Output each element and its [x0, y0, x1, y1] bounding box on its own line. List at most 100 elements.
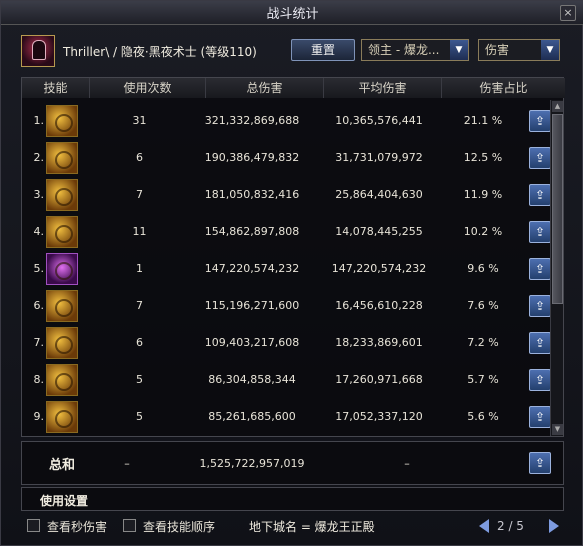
dps-label: 查看秒伤害 [47, 520, 108, 534]
target-dropdown-value: 领主 - 爆龙... [368, 43, 440, 57]
row-avg: 18,233,869,601 [335, 336, 423, 349]
skill-icon-gold [46, 178, 78, 211]
row-pct: 9.6 % [467, 262, 499, 275]
window-title: 战斗统计 [266, 7, 319, 22]
character-header: Thriller\ / 隐夜·黑夜术士 (等级110) 重置 领主 - 爆龙..… [21, 35, 566, 67]
skill-icon-cell [46, 141, 90, 174]
share-icon[interactable]: ⇪ [529, 183, 551, 206]
skill-order-checkbox[interactable] [123, 519, 136, 532]
row-pct: 11.9 % [463, 188, 503, 201]
row-index: 5. [33, 262, 45, 275]
row-index: 6. [33, 299, 45, 312]
row-index: 7. [33, 336, 45, 349]
skill-icon-cell [46, 400, 90, 433]
row-avg: 14,078,445,255 [335, 225, 423, 238]
skill-icon-cell [46, 326, 90, 359]
row-index: 8. [33, 373, 45, 386]
share-icon[interactable]: ⇪ [529, 257, 551, 280]
skill-icon-cell [46, 289, 90, 322]
scroll-up-icon[interactable]: ▲ [552, 101, 563, 112]
usage-settings-bar[interactable]: 使用设置 [21, 487, 564, 511]
target-dropdown[interactable]: 领主 - 爆龙... ▼ [361, 39, 469, 61]
row-total: 86,304,858,344 [208, 373, 296, 386]
row-total: 321,332,869,688 [204, 114, 300, 127]
row-total: 109,403,217,608 [204, 336, 300, 349]
metric-dropdown[interactable]: 伤害 ▼ [478, 39, 560, 61]
row-pct: 7.2 % [467, 336, 499, 349]
share-icon[interactable]: ⇪ [529, 368, 551, 391]
usage-settings-label: 使用设置 [40, 494, 89, 508]
row-uses: 5 [136, 373, 143, 386]
table-row: 4. 11 154,862,897,808 14,078,445,255 10.2 % ⇪ [22, 213, 552, 250]
share-icon[interactable]: ⇪ [529, 452, 551, 474]
share-icon[interactable]: ⇪ [529, 109, 551, 132]
table-row: 6. 7 115,196,271,600 16,456,610,228 7.6 % ⇪ [22, 287, 552, 324]
column-header-avg: 平均伤害 [324, 78, 442, 98]
share-icon[interactable]: ⇪ [529, 331, 551, 354]
row-total: 190,386,479,832 [204, 151, 300, 164]
title-bar[interactable]: 战斗统计 × [1, 1, 583, 25]
skill-icon-gold [46, 141, 78, 174]
close-button[interactable]: × [560, 5, 576, 21]
row-uses: 11 [132, 225, 147, 238]
share-icon[interactable]: ⇪ [529, 405, 551, 428]
character-name: Thriller\ / 隐夜·黑夜术士 (等级110) [63, 45, 257, 59]
table-row: 5. 1 147,220,574,232 147,220,574,232 9.6 % ⇪ [22, 250, 552, 287]
scroll-down-icon[interactable]: ▼ [552, 424, 563, 435]
column-header-pct: 伤害占比 [442, 78, 565, 98]
reset-button[interactable]: 重置 [291, 39, 355, 61]
table-row: 9. 5 85,261,685,600 17,052,337,120 5.6 % ⇪ [22, 398, 552, 435]
skill-icon-cell [46, 104, 90, 137]
skill-icon-purple [46, 252, 78, 285]
skill-order-label: 查看技能顺序 [143, 520, 216, 534]
row-uses: 1 [136, 262, 143, 275]
row-total: 85,261,685,600 [208, 410, 296, 423]
metric-dropdown-value: 伤害 [485, 43, 510, 57]
summary-label: 总和 [48, 457, 75, 473]
row-uses: 5 [136, 410, 143, 423]
row-pct: 5.7 % [467, 373, 499, 386]
table-row: 1. 31 321,332,869,688 10,365,576,441 21.1 % ⇪ [22, 102, 552, 139]
column-header-uses: 使用次数 [90, 78, 206, 98]
prev-page-icon[interactable] [479, 519, 489, 533]
table-row: 3. 7 181,050,832,416 25,864,404,630 11.9 % ⇪ [22, 176, 552, 213]
skill-icon-gold [46, 400, 78, 433]
dps-checkbox[interactable] [27, 519, 40, 532]
row-avg: 25,864,404,630 [335, 188, 423, 201]
row-pct: 5.6 % [467, 410, 499, 423]
row-uses: 7 [136, 299, 143, 312]
summary-avg: – [404, 456, 410, 470]
row-uses: 7 [136, 188, 143, 201]
row-pct: 10.2 % [463, 225, 503, 238]
scroll-thumb[interactable] [552, 114, 563, 304]
skill-icon-gold [46, 326, 78, 359]
row-pct: 7.6 % [467, 299, 499, 312]
skill-icon-cell [46, 363, 90, 396]
row-avg: 16,456,610,228 [335, 299, 423, 312]
row-index: 2. [33, 151, 45, 164]
row-index: 9. [33, 410, 45, 423]
row-total: 115,196,271,600 [204, 299, 300, 312]
scrollbar[interactable]: ▲ ▼ [550, 100, 563, 436]
summary-row: 总和 – 1,525,722,957,019 – ⇪ [21, 441, 564, 485]
row-total: 181,050,832,416 [204, 188, 300, 201]
footer: 查看秒伤害 查看技能顺序 地下城名 = 爆龙王正殿 2 / 5 [1, 513, 583, 543]
row-avg: 31,731,079,972 [335, 151, 423, 164]
row-index: 4. [33, 225, 45, 238]
row-pct: 12.5 % [463, 151, 503, 164]
row-uses: 31 [132, 114, 147, 127]
share-icon[interactable]: ⇪ [529, 220, 551, 243]
chevron-down-icon: ▼ [450, 40, 468, 60]
share-icon[interactable]: ⇪ [529, 294, 551, 317]
row-index: 3. [33, 188, 45, 201]
avatar [21, 35, 55, 67]
table-header: 技能 使用次数 总伤害 平均伤害 伤害占比 [22, 78, 565, 98]
chevron-down-icon: ▼ [541, 40, 559, 60]
share-icon[interactable]: ⇪ [529, 146, 551, 169]
skill-icon-gold [46, 289, 78, 322]
summary-total: 1,525,722,957,019 [199, 456, 305, 470]
skill-icon-gold [46, 363, 78, 396]
skill-icon-gold [46, 104, 78, 137]
next-page-icon[interactable] [549, 519, 559, 533]
page-indicator: 2 / 5 [497, 519, 524, 533]
